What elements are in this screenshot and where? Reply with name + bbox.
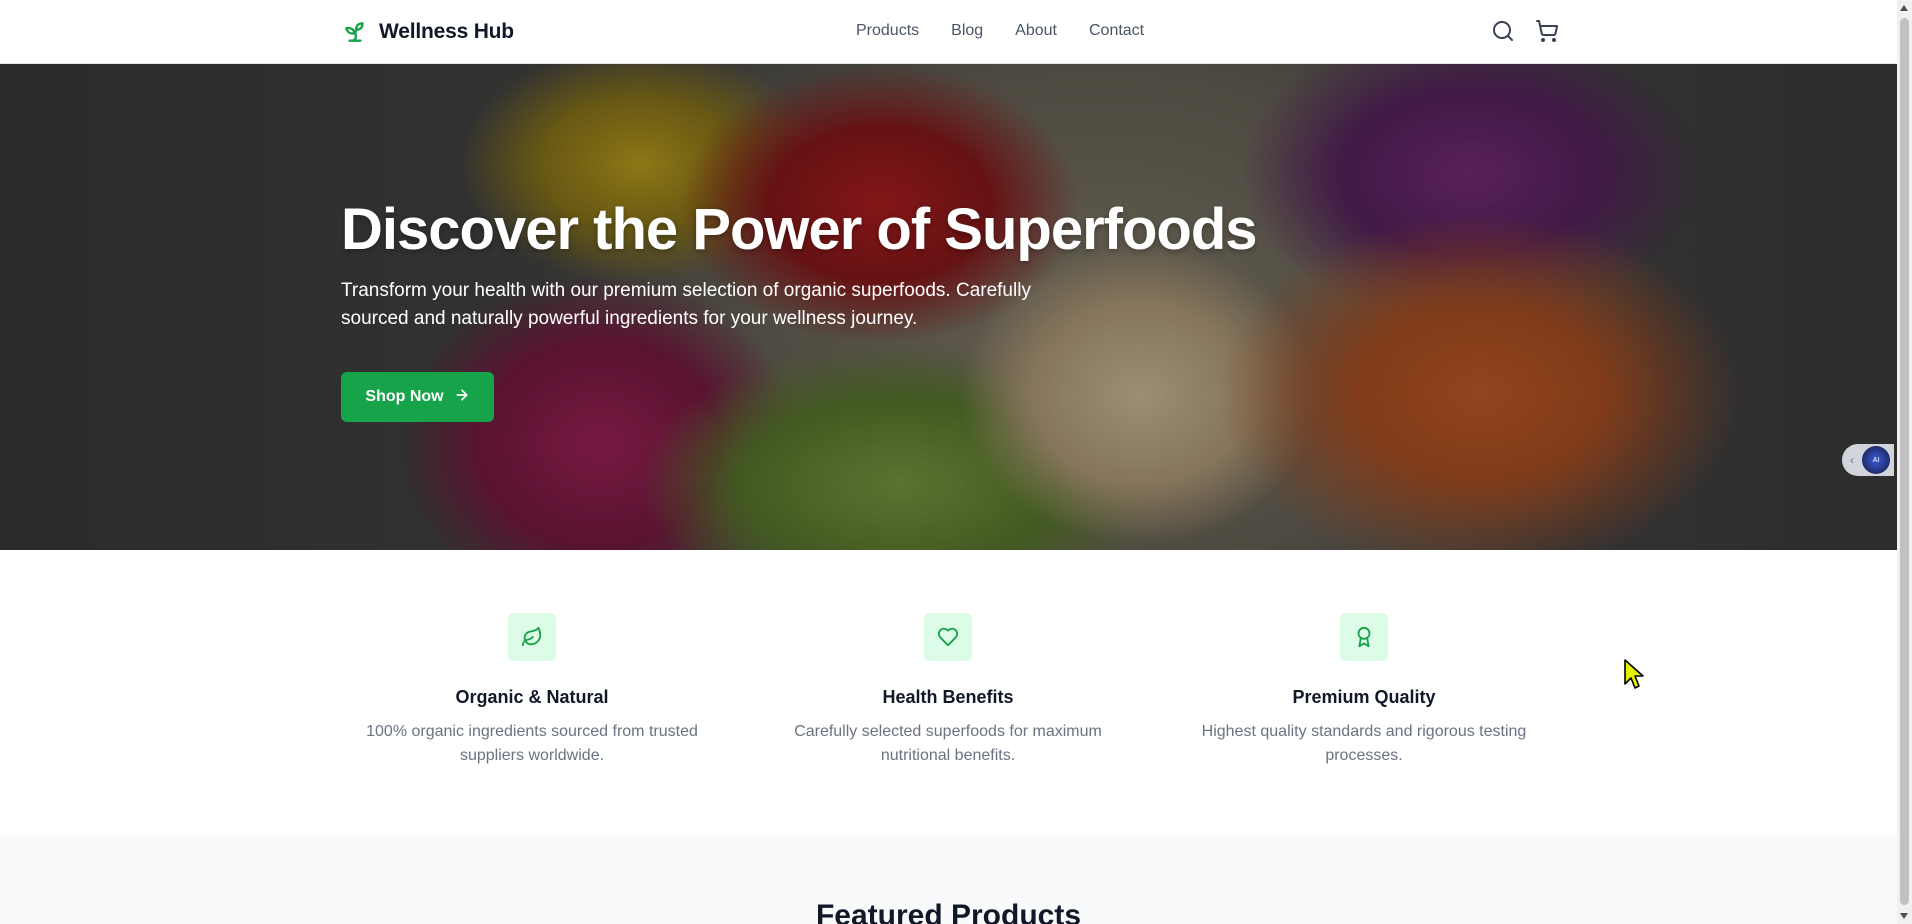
nav-blog[interactable]: Blog — [951, 22, 983, 40]
ai-badge[interactable]: AI — [1862, 446, 1890, 474]
assistant-widget[interactable]: ‹ AI — [1842, 444, 1894, 476]
logo-text: Wellness Hub — [379, 20, 514, 43]
feature-card: Premium Quality Highest quality standard… — [1164, 613, 1564, 768]
shop-now-label: Shop Now — [365, 388, 444, 405]
scroll-down-icon[interactable] — [1900, 913, 1908, 919]
search-icon[interactable] — [1490, 18, 1516, 44]
hero-section: Discover the Power of Superfoods Transfo… — [0, 64, 1897, 550]
page-scrollbar[interactable] — [1897, 0, 1912, 924]
arrow-right-icon — [454, 387, 470, 408]
feature-card: Health Benefits Carefully selected super… — [748, 613, 1148, 768]
chevron-left-icon[interactable]: ‹ — [1842, 453, 1862, 467]
feature-text: Carefully selected superfoods for maximu… — [794, 723, 1102, 764]
nav-products[interactable]: Products — [856, 22, 919, 40]
award-icon — [1340, 613, 1388, 661]
features-section: Organic & Natural 100% organic ingredien… — [0, 550, 1897, 835]
cart-icon[interactable] — [1534, 18, 1560, 44]
featured-products-section: Featured Products — [0, 835, 1897, 924]
feature-title: Premium Quality — [1292, 687, 1436, 707]
scrollbar-thumb[interactable] — [1900, 18, 1909, 905]
header-actions — [1490, 18, 1560, 44]
shop-now-button[interactable]: Shop Now — [341, 372, 494, 422]
feature-title: Health Benefits — [882, 687, 1014, 707]
leaf-icon — [508, 613, 556, 661]
main-nav: Products Blog About Contact — [856, 22, 1144, 40]
hero-subtitle: Transform your health with our premium s… — [341, 280, 1031, 329]
logo[interactable]: Wellness Hub — [341, 18, 514, 46]
mouse-cursor-icon — [1623, 658, 1647, 697]
feature-title: Organic & Natural — [455, 687, 609, 707]
feature-card: Organic & Natural 100% organic ingredien… — [332, 613, 732, 768]
hero-title: Discover the Power of Superfoods — [341, 197, 1258, 262]
sprout-icon — [341, 18, 369, 46]
nav-about[interactable]: About — [1015, 22, 1057, 40]
scroll-up-icon[interactable] — [1900, 5, 1908, 11]
site-header: Wellness Hub Products Blog About Contact — [0, 0, 1897, 64]
heart-icon — [924, 613, 972, 661]
feature-text: Highest quality standards and rigorous t… — [1201, 723, 1527, 764]
feature-text: 100% organic ingredients sourced from tr… — [366, 723, 698, 764]
nav-contact[interactable]: Contact — [1089, 22, 1144, 40]
featured-products-title: Featured Products — [815, 899, 1082, 924]
